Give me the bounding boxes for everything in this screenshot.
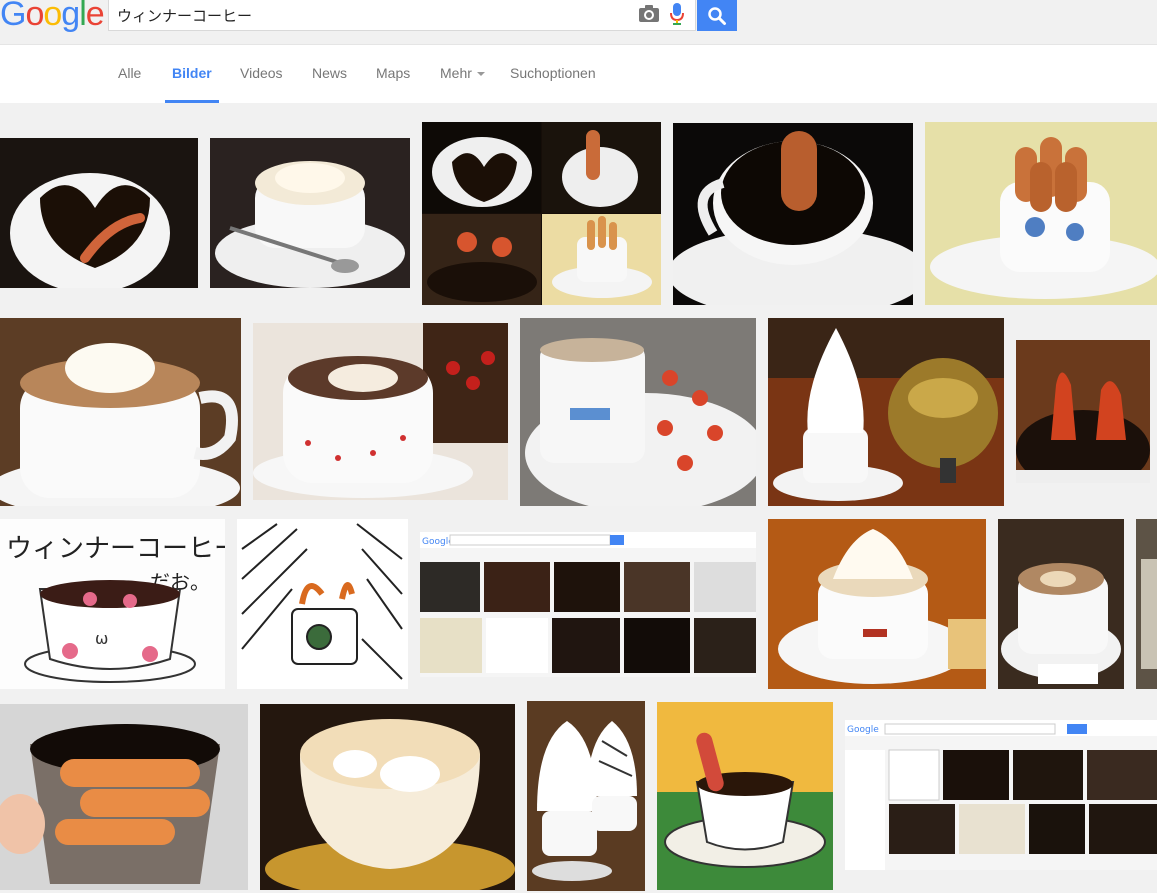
camera-icon[interactable]: [637, 3, 661, 25]
image-result[interactable]: ウィンナーコーヒー だお。 ω: [0, 519, 225, 689]
svg-text:Google: Google: [847, 725, 879, 735]
svg-text:ウィンナーコーヒー: ウィンナーコーヒー: [6, 534, 225, 564]
google-logo[interactable]: Google: [0, 0, 105, 34]
image-result[interactable]: [768, 318, 1004, 506]
tab-more[interactable]: Mehr: [440, 45, 485, 103]
image-result[interactable]: [998, 519, 1124, 689]
svg-text:ω: ω: [95, 629, 108, 648]
tab-more-label: Mehr: [440, 65, 472, 81]
search-button[interactable]: [697, 0, 737, 31]
image-result[interactable]: [657, 702, 833, 890]
image-results-grid: ウィンナーコーヒー だお。 ω Google Google: [0, 103, 1157, 893]
logo-letter: o: [43, 0, 62, 33]
tab-search-options[interactable]: Suchoptionen: [510, 45, 596, 103]
image-result[interactable]: [1136, 519, 1157, 689]
dropdown-arrow-icon: [476, 72, 485, 76]
logo-letter: g: [61, 0, 80, 33]
image-result[interactable]: Google: [420, 532, 756, 677]
image-result[interactable]: [527, 701, 645, 891]
image-result[interactable]: [673, 123, 913, 305]
image-result[interactable]: [422, 122, 661, 305]
magnifier-icon: [708, 6, 726, 25]
logo-letter: e: [85, 0, 105, 33]
microphone-icon[interactable]: [669, 2, 685, 26]
image-result[interactable]: [237, 519, 408, 689]
image-result[interactable]: [0, 704, 248, 890]
image-result[interactable]: [210, 138, 410, 288]
tab-all[interactable]: Alle: [118, 45, 141, 103]
tab-images[interactable]: Bilder: [165, 45, 219, 103]
image-result[interactable]: Google: [845, 720, 1157, 870]
search-box: [108, 0, 696, 31]
tab-videos[interactable]: Videos: [240, 45, 283, 103]
svg-text:Google: Google: [422, 537, 454, 547]
image-result[interactable]: [1016, 340, 1150, 483]
image-result[interactable]: [253, 323, 508, 500]
tab-maps[interactable]: Maps: [376, 45, 410, 103]
top-bar: Google: [0, 0, 1157, 44]
logo-letter: o: [25, 0, 44, 33]
image-result[interactable]: [768, 519, 986, 689]
search-input[interactable]: [117, 0, 627, 30]
image-result[interactable]: [0, 318, 241, 506]
image-result[interactable]: [925, 122, 1157, 305]
tab-news[interactable]: News: [312, 45, 347, 103]
logo-letter: G: [0, 0, 26, 33]
image-result[interactable]: [520, 318, 756, 506]
image-result[interactable]: [0, 138, 198, 288]
search-tabs: Alle Bilder Videos News Maps Mehr Suchop…: [0, 44, 1157, 103]
image-result[interactable]: [260, 704, 515, 890]
